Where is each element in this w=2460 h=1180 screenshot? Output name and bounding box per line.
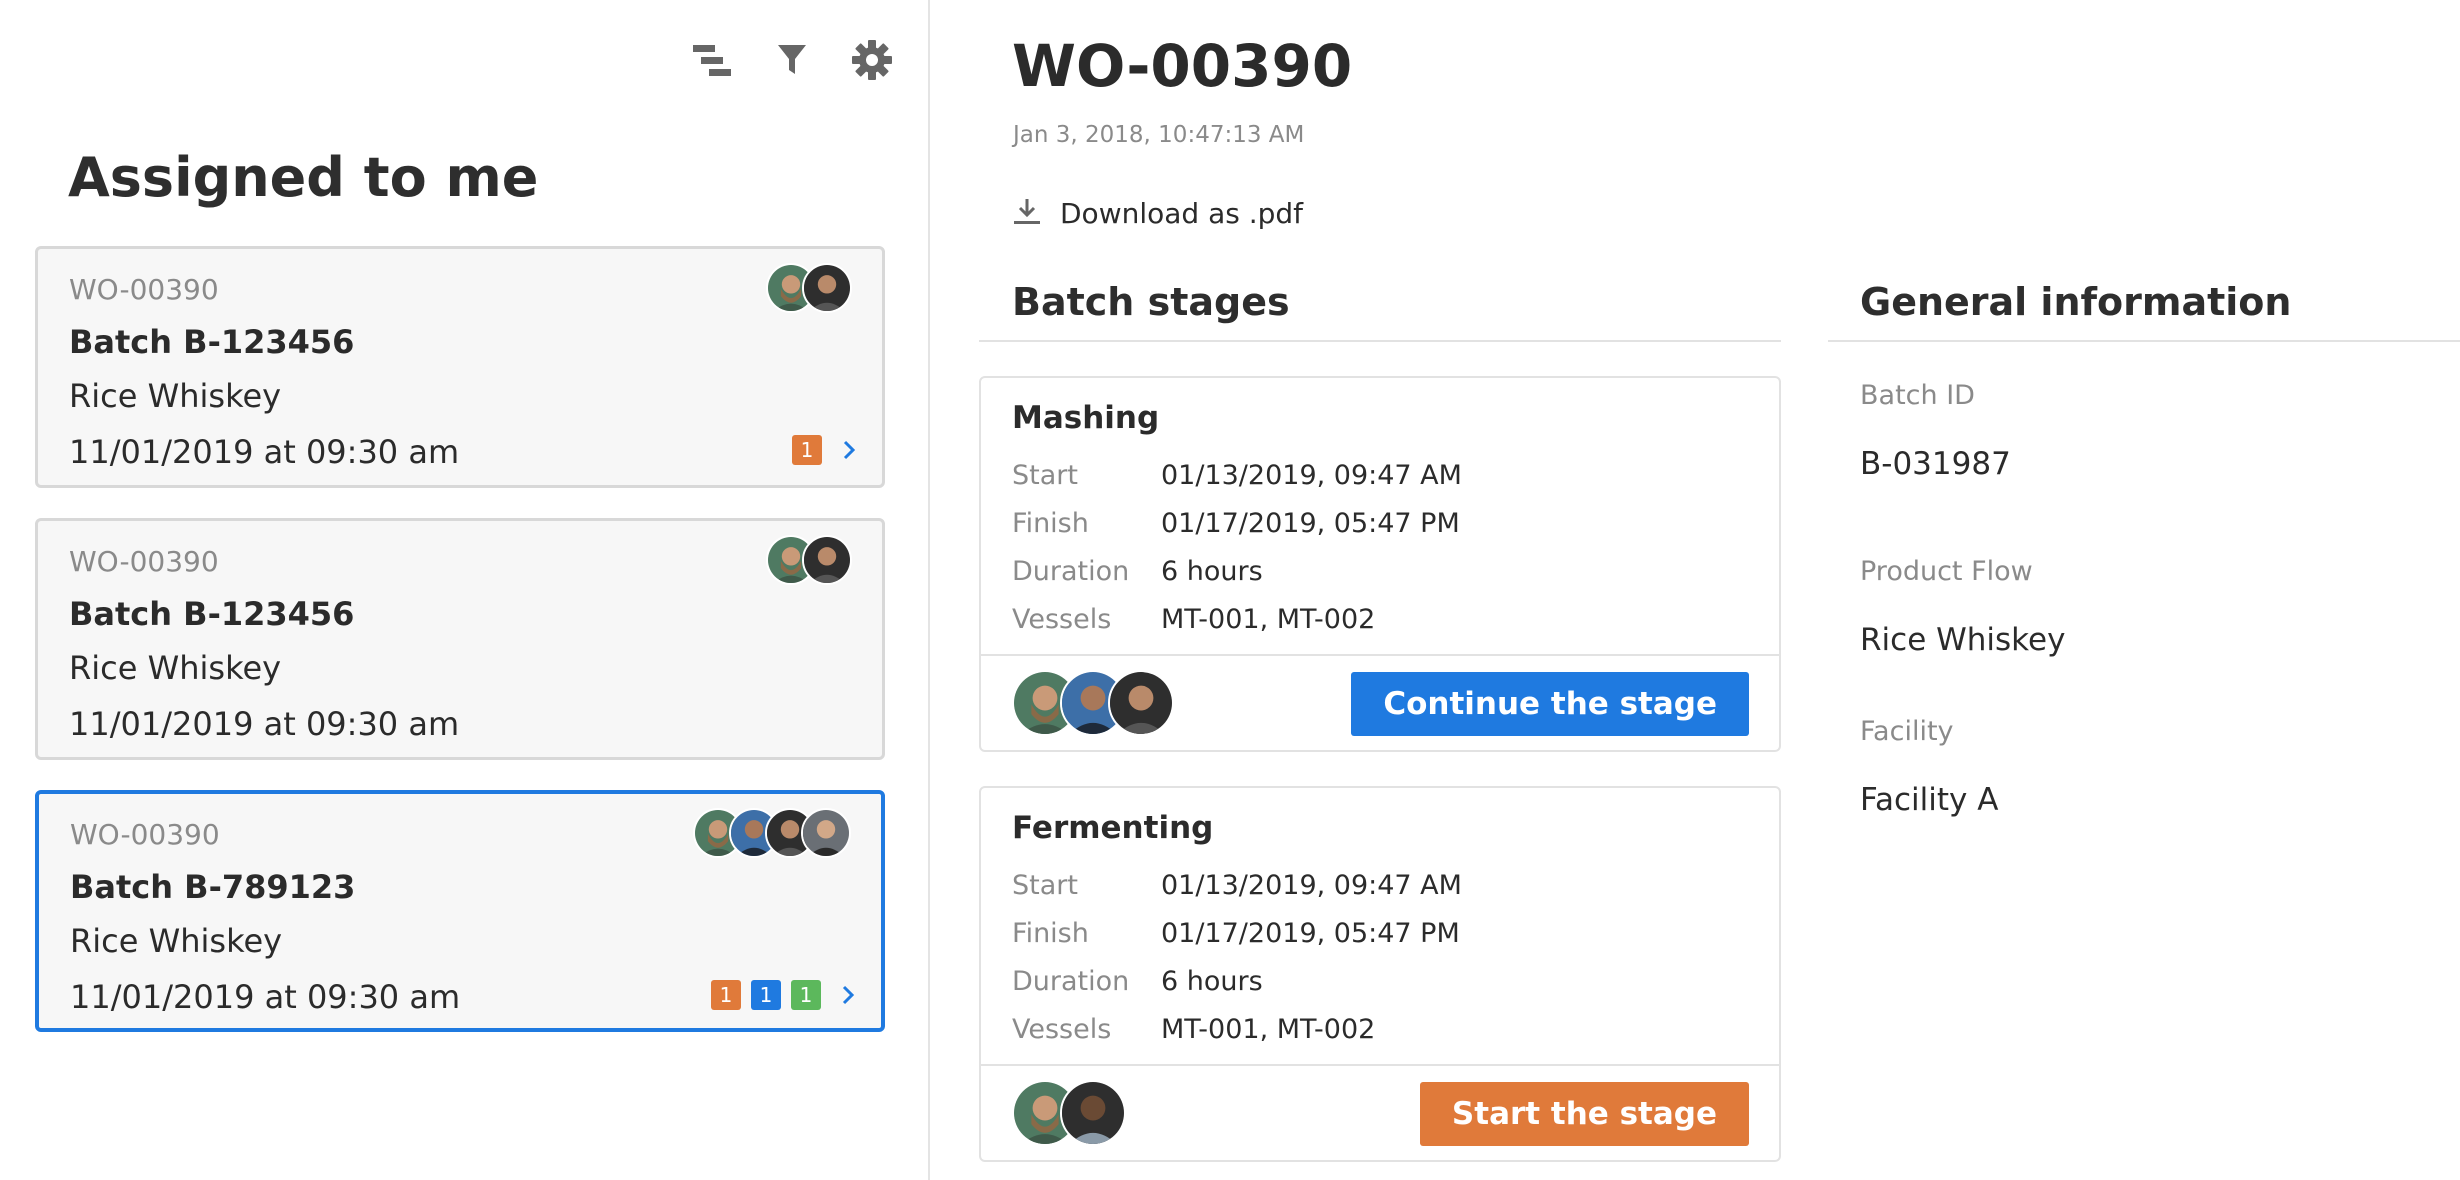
status-badge: 1	[792, 435, 822, 465]
work-order-card[interactable]: WO-00390 Batch B-123456 Rice Whiskey 11/…	[35, 246, 885, 488]
info-value-batch-id: B-031987	[1860, 446, 2011, 482]
stage-assignees	[1012, 670, 1174, 736]
stage-footer: Start the stage	[981, 1064, 1779, 1160]
assigned-list-pane: Assigned to me WO-00390 Batch B-123456 R…	[0, 0, 930, 1180]
badge-group: 1 1 1	[711, 980, 859, 1010]
gear-icon[interactable]	[850, 38, 894, 82]
download-label: Download as .pdf	[1060, 196, 1304, 230]
info-value-facility: Facility A	[1860, 782, 1999, 818]
avatar	[802, 535, 852, 585]
start-stage-button[interactable]: Start the stage	[1419, 1082, 1749, 1146]
scheduled-date: 11/01/2019 at 09:30 am	[69, 433, 460, 471]
status-badge: 1	[791, 980, 821, 1010]
status-badge: 1	[751, 980, 781, 1010]
batch-name: Batch B-123456	[69, 323, 355, 361]
field-value: MT-001, MT-002	[1161, 604, 1376, 635]
continue-stage-button[interactable]: Continue the stage	[1351, 672, 1749, 736]
filter-icon[interactable]	[770, 38, 814, 82]
stage-card-fermenting: Fermenting Start 01/13/2019, 09:47 AM Fin…	[979, 786, 1781, 1162]
avatar	[1060, 1080, 1126, 1146]
field-value: 01/13/2019, 09:47 AM	[1161, 870, 1462, 901]
stage-name: Fermenting	[1012, 810, 1214, 846]
field-label: Finish	[1012, 918, 1089, 949]
stage-assignees	[1012, 1080, 1126, 1146]
field-value: MT-001, MT-002	[1161, 1014, 1376, 1045]
stage-field-vessels: Vessels MT-001, MT-002	[1012, 1014, 1375, 1045]
stage-field-start: Start 01/13/2019, 09:47 AM	[1012, 460, 1462, 491]
timestamp: Jan 3, 2018, 10:47:13 AM	[1013, 122, 1305, 148]
stage-field-start: Start 01/13/2019, 09:47 AM	[1012, 870, 1462, 901]
assignee-avatars	[693, 808, 851, 858]
batch-name: Batch B-789123	[70, 868, 356, 906]
field-label: Duration	[1012, 556, 1130, 587]
batch-name: Batch B-123456	[69, 595, 355, 633]
general-information-heading: General information	[1860, 280, 2292, 324]
field-label: Start	[1012, 870, 1078, 901]
stage-footer: Continue the stage	[981, 654, 1779, 750]
field-label: Vessels	[1012, 1014, 1112, 1045]
avatar	[802, 263, 852, 313]
page-title: Assigned to me	[68, 146, 539, 209]
work-order-id: WO-00390	[69, 545, 219, 578]
badge-group: 1	[792, 435, 860, 465]
avatar	[1108, 670, 1174, 736]
stage-field-finish: Finish 01/17/2019, 05:47 PM	[1012, 918, 1460, 949]
field-value: 6 hours	[1161, 966, 1263, 997]
scheduled-date: 11/01/2019 at 09:30 am	[69, 705, 460, 743]
field-label: Finish	[1012, 508, 1089, 539]
product-name: Rice Whiskey	[70, 922, 283, 960]
assignee-avatars	[766, 263, 852, 313]
field-value: 01/17/2019, 05:47 PM	[1161, 508, 1460, 539]
field-label: Start	[1012, 460, 1078, 491]
field-label: Vessels	[1012, 604, 1112, 635]
product-name: Rice Whiskey	[69, 649, 282, 687]
info-label-product-flow: Product Flow	[1860, 556, 2033, 587]
info-value-product-flow: Rice Whiskey	[1860, 622, 2066, 658]
list-toolbar	[690, 38, 894, 82]
stage-field-duration: Duration 6 hours	[1012, 966, 1263, 997]
app-root: Assigned to me WO-00390 Batch B-123456 R…	[0, 0, 2460, 1180]
field-value: 01/13/2019, 09:47 AM	[1161, 460, 1462, 491]
status-badge: 1	[711, 980, 741, 1010]
work-order-card-selected[interactable]: WO-00390 Batch B-789123 Rice Whiskey 11/…	[35, 790, 885, 1032]
work-order-detail-pane: WO-00390 Jan 3, 2018, 10:47:13 AM Downlo…	[932, 0, 2460, 1180]
batch-stages-heading: Batch stages	[1012, 280, 1290, 324]
info-label-batch-id: Batch ID	[1860, 380, 1975, 411]
work-order-id: WO-00390	[69, 273, 219, 306]
work-order-title: WO-00390	[1012, 32, 1353, 100]
field-value: 01/17/2019, 05:47 PM	[1161, 918, 1460, 949]
stage-card-mashing: Mashing Start 01/13/2019, 09:47 AM Finish…	[979, 376, 1781, 752]
field-label: Duration	[1012, 966, 1130, 997]
assignee-avatars	[766, 535, 852, 585]
avatar	[801, 808, 851, 858]
download-icon	[1012, 196, 1042, 230]
download-pdf-link[interactable]: Download as .pdf	[1012, 196, 1303, 230]
gantt-icon[interactable]	[690, 38, 734, 82]
scheduled-date: 11/01/2019 at 09:30 am	[70, 978, 461, 1016]
work-order-card[interactable]: WO-00390 Batch B-123456 Rice Whiskey 11/…	[35, 518, 885, 760]
field-value: 6 hours	[1161, 556, 1263, 587]
chevron-right-icon	[838, 435, 860, 465]
info-label-facility: Facility	[1860, 716, 1954, 747]
stage-field-vessels: Vessels MT-001, MT-002	[1012, 604, 1375, 635]
stage-name: Mashing	[1012, 400, 1160, 436]
work-order-id: WO-00390	[70, 818, 220, 851]
stage-field-duration: Duration 6 hours	[1012, 556, 1263, 587]
divider	[979, 340, 1781, 342]
chevron-right-icon	[837, 980, 859, 1010]
stage-field-finish: Finish 01/17/2019, 05:47 PM	[1012, 508, 1460, 539]
product-name: Rice Whiskey	[69, 377, 282, 415]
divider	[1828, 340, 2460, 342]
